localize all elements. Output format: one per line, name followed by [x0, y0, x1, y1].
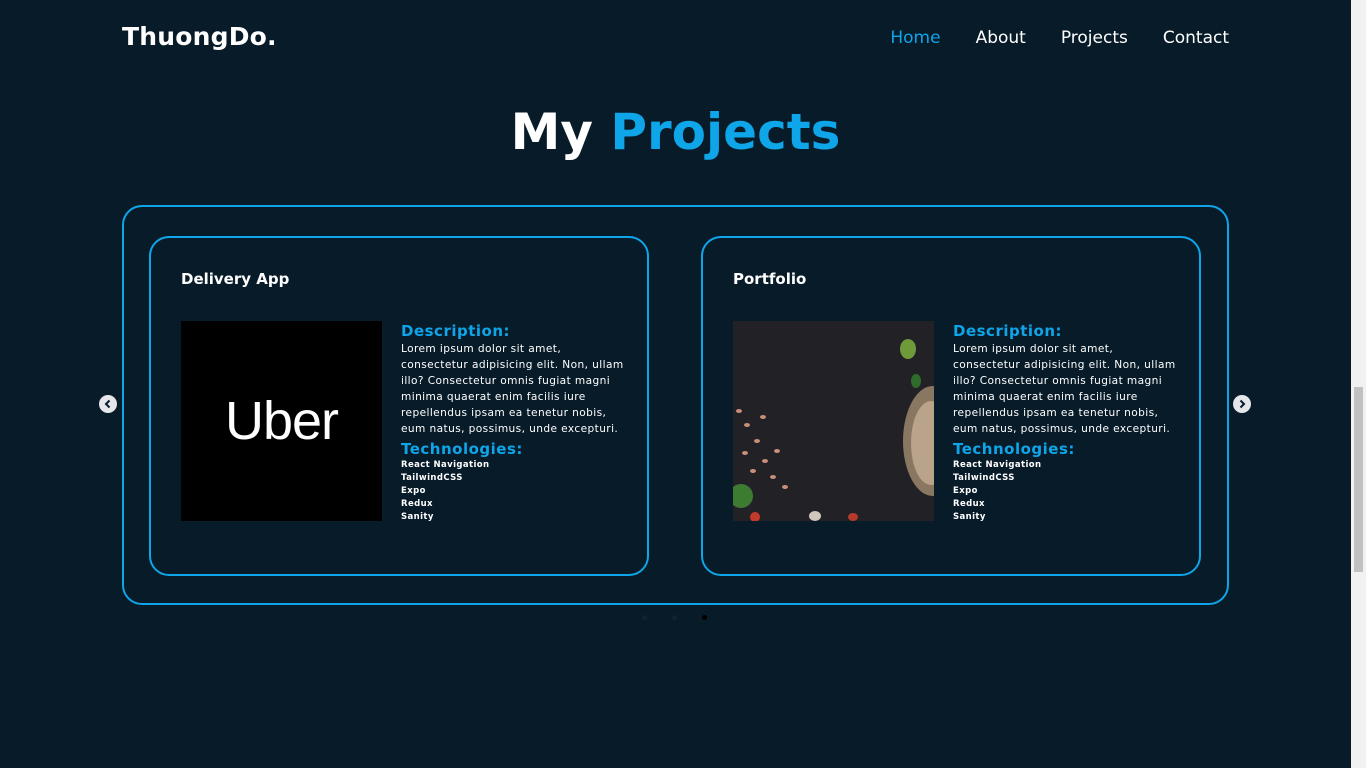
nav-about[interactable]: About	[976, 28, 1026, 48]
nav-projects[interactable]: Projects	[1061, 28, 1128, 48]
page-title: My Projects	[0, 105, 1351, 160]
project-image: Uber	[181, 321, 382, 521]
technology-item: React Navigation	[953, 460, 1042, 470]
technologies-list: React Navigation TailwindCSS Expo Redux …	[401, 459, 626, 524]
main-nav: Home About Projects Contact	[890, 28, 1229, 48]
project-description: Lorem ipsum dolor sit amet, consectetur …	[953, 343, 1176, 435]
projects-carousel: Delivery App Uber Description: Lorem ips…	[122, 205, 1229, 605]
project-card-portfolio[interactable]: Portfolio Description: Lorem ipsum dolor…	[701, 236, 1201, 576]
technology-item: TailwindCSS	[401, 473, 463, 483]
nav-home[interactable]: Home	[890, 28, 940, 48]
project-card-delivery-app[interactable]: Delivery App Uber Description: Lorem ips…	[149, 236, 649, 576]
project-title: Delivery App	[181, 270, 290, 288]
nav-contact[interactable]: Contact	[1163, 28, 1229, 48]
carousel-dots	[642, 615, 707, 620]
project-info: Description: Lorem ipsum dolor sit amet,…	[401, 322, 626, 524]
scrollbar-thumb[interactable]	[1354, 387, 1363, 572]
chevron-left-icon	[104, 399, 111, 409]
chevron-right-icon	[1239, 399, 1246, 409]
technology-item: Sanity	[953, 512, 986, 522]
technology-item: Sanity	[401, 512, 434, 522]
technology-item: Expo	[953, 486, 978, 496]
technology-item: Expo	[401, 486, 426, 496]
food-photo-illustration	[733, 321, 934, 521]
carousel-dot-3[interactable]	[702, 615, 707, 620]
project-description: Lorem ipsum dolor sit amet, consectetur …	[401, 343, 624, 435]
page: ThuongDo. Home About Projects Contact My…	[0, 0, 1366, 768]
uber-logo: Uber	[224, 391, 339, 451]
description-label: Description:	[401, 322, 511, 340]
technology-item: Redux	[953, 499, 985, 509]
carousel-dot-2[interactable]	[672, 615, 677, 620]
page-scrollbar[interactable]	[1351, 0, 1366, 768]
carousel-prev-button[interactable]	[99, 395, 117, 413]
technology-item: TailwindCSS	[953, 473, 1015, 483]
carousel-next-button[interactable]	[1233, 395, 1251, 413]
technology-item: Redux	[401, 499, 433, 509]
page-title-accent: Projects	[610, 103, 841, 161]
project-image	[733, 321, 934, 521]
technologies-label: Technologies:	[953, 440, 1075, 458]
page-title-prefix: My	[510, 103, 593, 161]
project-info: Description: Lorem ipsum dolor sit amet,…	[953, 322, 1178, 524]
technology-item: React Navigation	[401, 460, 490, 470]
technologies-list: React Navigation TailwindCSS Expo Redux …	[953, 459, 1178, 524]
carousel-dot-1[interactable]	[642, 615, 647, 620]
technologies-label: Technologies:	[401, 440, 523, 458]
site-logo[interactable]: ThuongDo.	[122, 22, 277, 51]
description-label: Description:	[953, 322, 1063, 340]
project-title: Portfolio	[733, 270, 807, 288]
